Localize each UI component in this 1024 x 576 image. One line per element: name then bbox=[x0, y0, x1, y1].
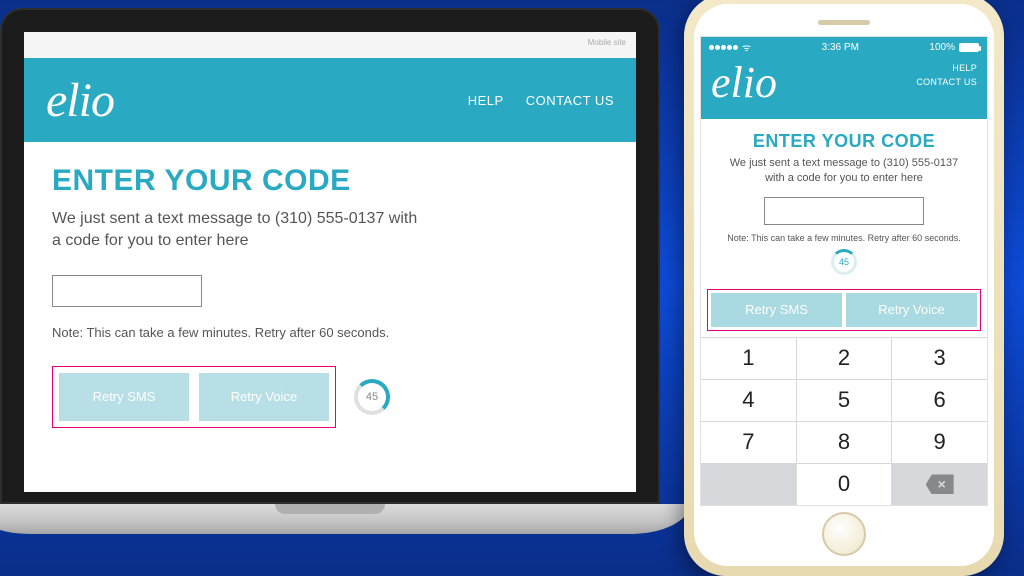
key-2[interactable]: 2 bbox=[797, 338, 892, 379]
nav-contact[interactable]: CONTACT US bbox=[916, 75, 977, 89]
mobile-header: elio HELP CONTACT US bbox=[701, 57, 987, 119]
desktop-screen: Mobile site elio HELP CONTACT US ENTER Y… bbox=[24, 32, 636, 492]
desktop-nav: HELP CONTACT US bbox=[468, 93, 614, 108]
retry-voice-button[interactable]: Retry Voice bbox=[199, 373, 329, 421]
retry-button-group: Retry SMS Retry Voice bbox=[707, 289, 981, 331]
desktop-actions: Retry SMS Retry Voice 45 bbox=[52, 366, 608, 428]
brand-logo: elio bbox=[46, 73, 114, 128]
desktop-body: ENTER YOUR CODE We just sent a text mess… bbox=[24, 142, 636, 450]
status-bar: ᯤ 3:36 PM 100% bbox=[701, 37, 987, 57]
retry-voice-button[interactable]: Retry Voice bbox=[846, 293, 977, 327]
signal-icon bbox=[709, 45, 738, 50]
countdown-value: 45 bbox=[839, 257, 849, 267]
status-right: 100% bbox=[929, 42, 979, 53]
key-blank bbox=[701, 464, 796, 505]
key-0[interactable]: 0 bbox=[797, 464, 892, 505]
mobile-screen: ᯤ 3:36 PM 100% elio HELP CONTACT US bbox=[700, 36, 988, 506]
key-9[interactable]: 9 bbox=[892, 422, 987, 463]
key-backspace[interactable] bbox=[892, 464, 987, 505]
code-input[interactable] bbox=[52, 275, 202, 307]
mobile-body: ENTER YOUR CODE We just sent a text mess… bbox=[701, 119, 987, 283]
countdown-value: 45 bbox=[358, 383, 386, 411]
backspace-icon bbox=[926, 474, 954, 494]
nav-contact[interactable]: CONTACT US bbox=[526, 93, 614, 108]
key-4[interactable]: 4 bbox=[701, 380, 796, 421]
phone-speaker-area bbox=[694, 4, 994, 36]
desktop-header: elio HELP CONTACT US bbox=[24, 58, 636, 142]
page-subtitle: We just sent a text message to (310) 555… bbox=[52, 208, 422, 253]
brand-logo: elio bbox=[711, 61, 777, 105]
page-subtitle: We just sent a text message to (310) 555… bbox=[719, 156, 969, 187]
countdown-timer: 45 bbox=[831, 249, 857, 275]
battery-pct: 100% bbox=[929, 42, 955, 53]
status-left: ᯤ bbox=[709, 40, 751, 54]
retry-sms-button[interactable]: Retry SMS bbox=[711, 293, 842, 327]
key-1[interactable]: 1 bbox=[701, 338, 796, 379]
phone-mock: ᯤ 3:36 PM 100% elio HELP CONTACT US bbox=[684, 0, 1004, 576]
laptop-bezel: Mobile site elio HELP CONTACT US ENTER Y… bbox=[0, 8, 660, 504]
key-3[interactable]: 3 bbox=[892, 338, 987, 379]
key-6[interactable]: 6 bbox=[892, 380, 987, 421]
page-title: ENTER YOUR CODE bbox=[719, 131, 969, 152]
retry-sms-button[interactable]: Retry SMS bbox=[59, 373, 189, 421]
home-button[interactable] bbox=[822, 512, 866, 556]
laptop-mock: Mobile site elio HELP CONTACT US ENTER Y… bbox=[0, 8, 660, 534]
retry-button-group: Retry SMS Retry Voice bbox=[52, 366, 336, 428]
nav-help[interactable]: HELP bbox=[468, 93, 504, 108]
page-title: ENTER YOUR CODE bbox=[52, 164, 608, 198]
phone-speaker bbox=[818, 20, 870, 25]
retry-note: Note: This can take a few minutes. Retry… bbox=[719, 233, 969, 243]
laptop-base bbox=[0, 504, 690, 534]
countdown-timer: 45 bbox=[354, 379, 390, 415]
phone-inner: ᯤ 3:36 PM 100% elio HELP CONTACT US bbox=[694, 4, 994, 566]
phone-body: ᯤ 3:36 PM 100% elio HELP CONTACT US bbox=[684, 0, 1004, 576]
mobile-nav: HELP CONTACT US bbox=[916, 61, 977, 90]
wifi-icon: ᯤ bbox=[742, 40, 751, 54]
nav-help[interactable]: HELP bbox=[916, 61, 977, 75]
key-5[interactable]: 5 bbox=[797, 380, 892, 421]
numeric-keypad: 1 2 3 4 5 6 7 8 9 0 bbox=[701, 337, 987, 505]
battery-icon bbox=[959, 43, 979, 52]
top-strip-link[interactable]: Mobile site bbox=[588, 38, 626, 47]
laptop-notch bbox=[275, 504, 385, 514]
key-8[interactable]: 8 bbox=[797, 422, 892, 463]
status-time: 3:36 PM bbox=[822, 42, 859, 53]
key-7[interactable]: 7 bbox=[701, 422, 796, 463]
code-input[interactable] bbox=[764, 197, 924, 225]
retry-note: Note: This can take a few minutes. Retry… bbox=[52, 325, 608, 340]
desktop-top-strip: Mobile site bbox=[24, 32, 636, 58]
